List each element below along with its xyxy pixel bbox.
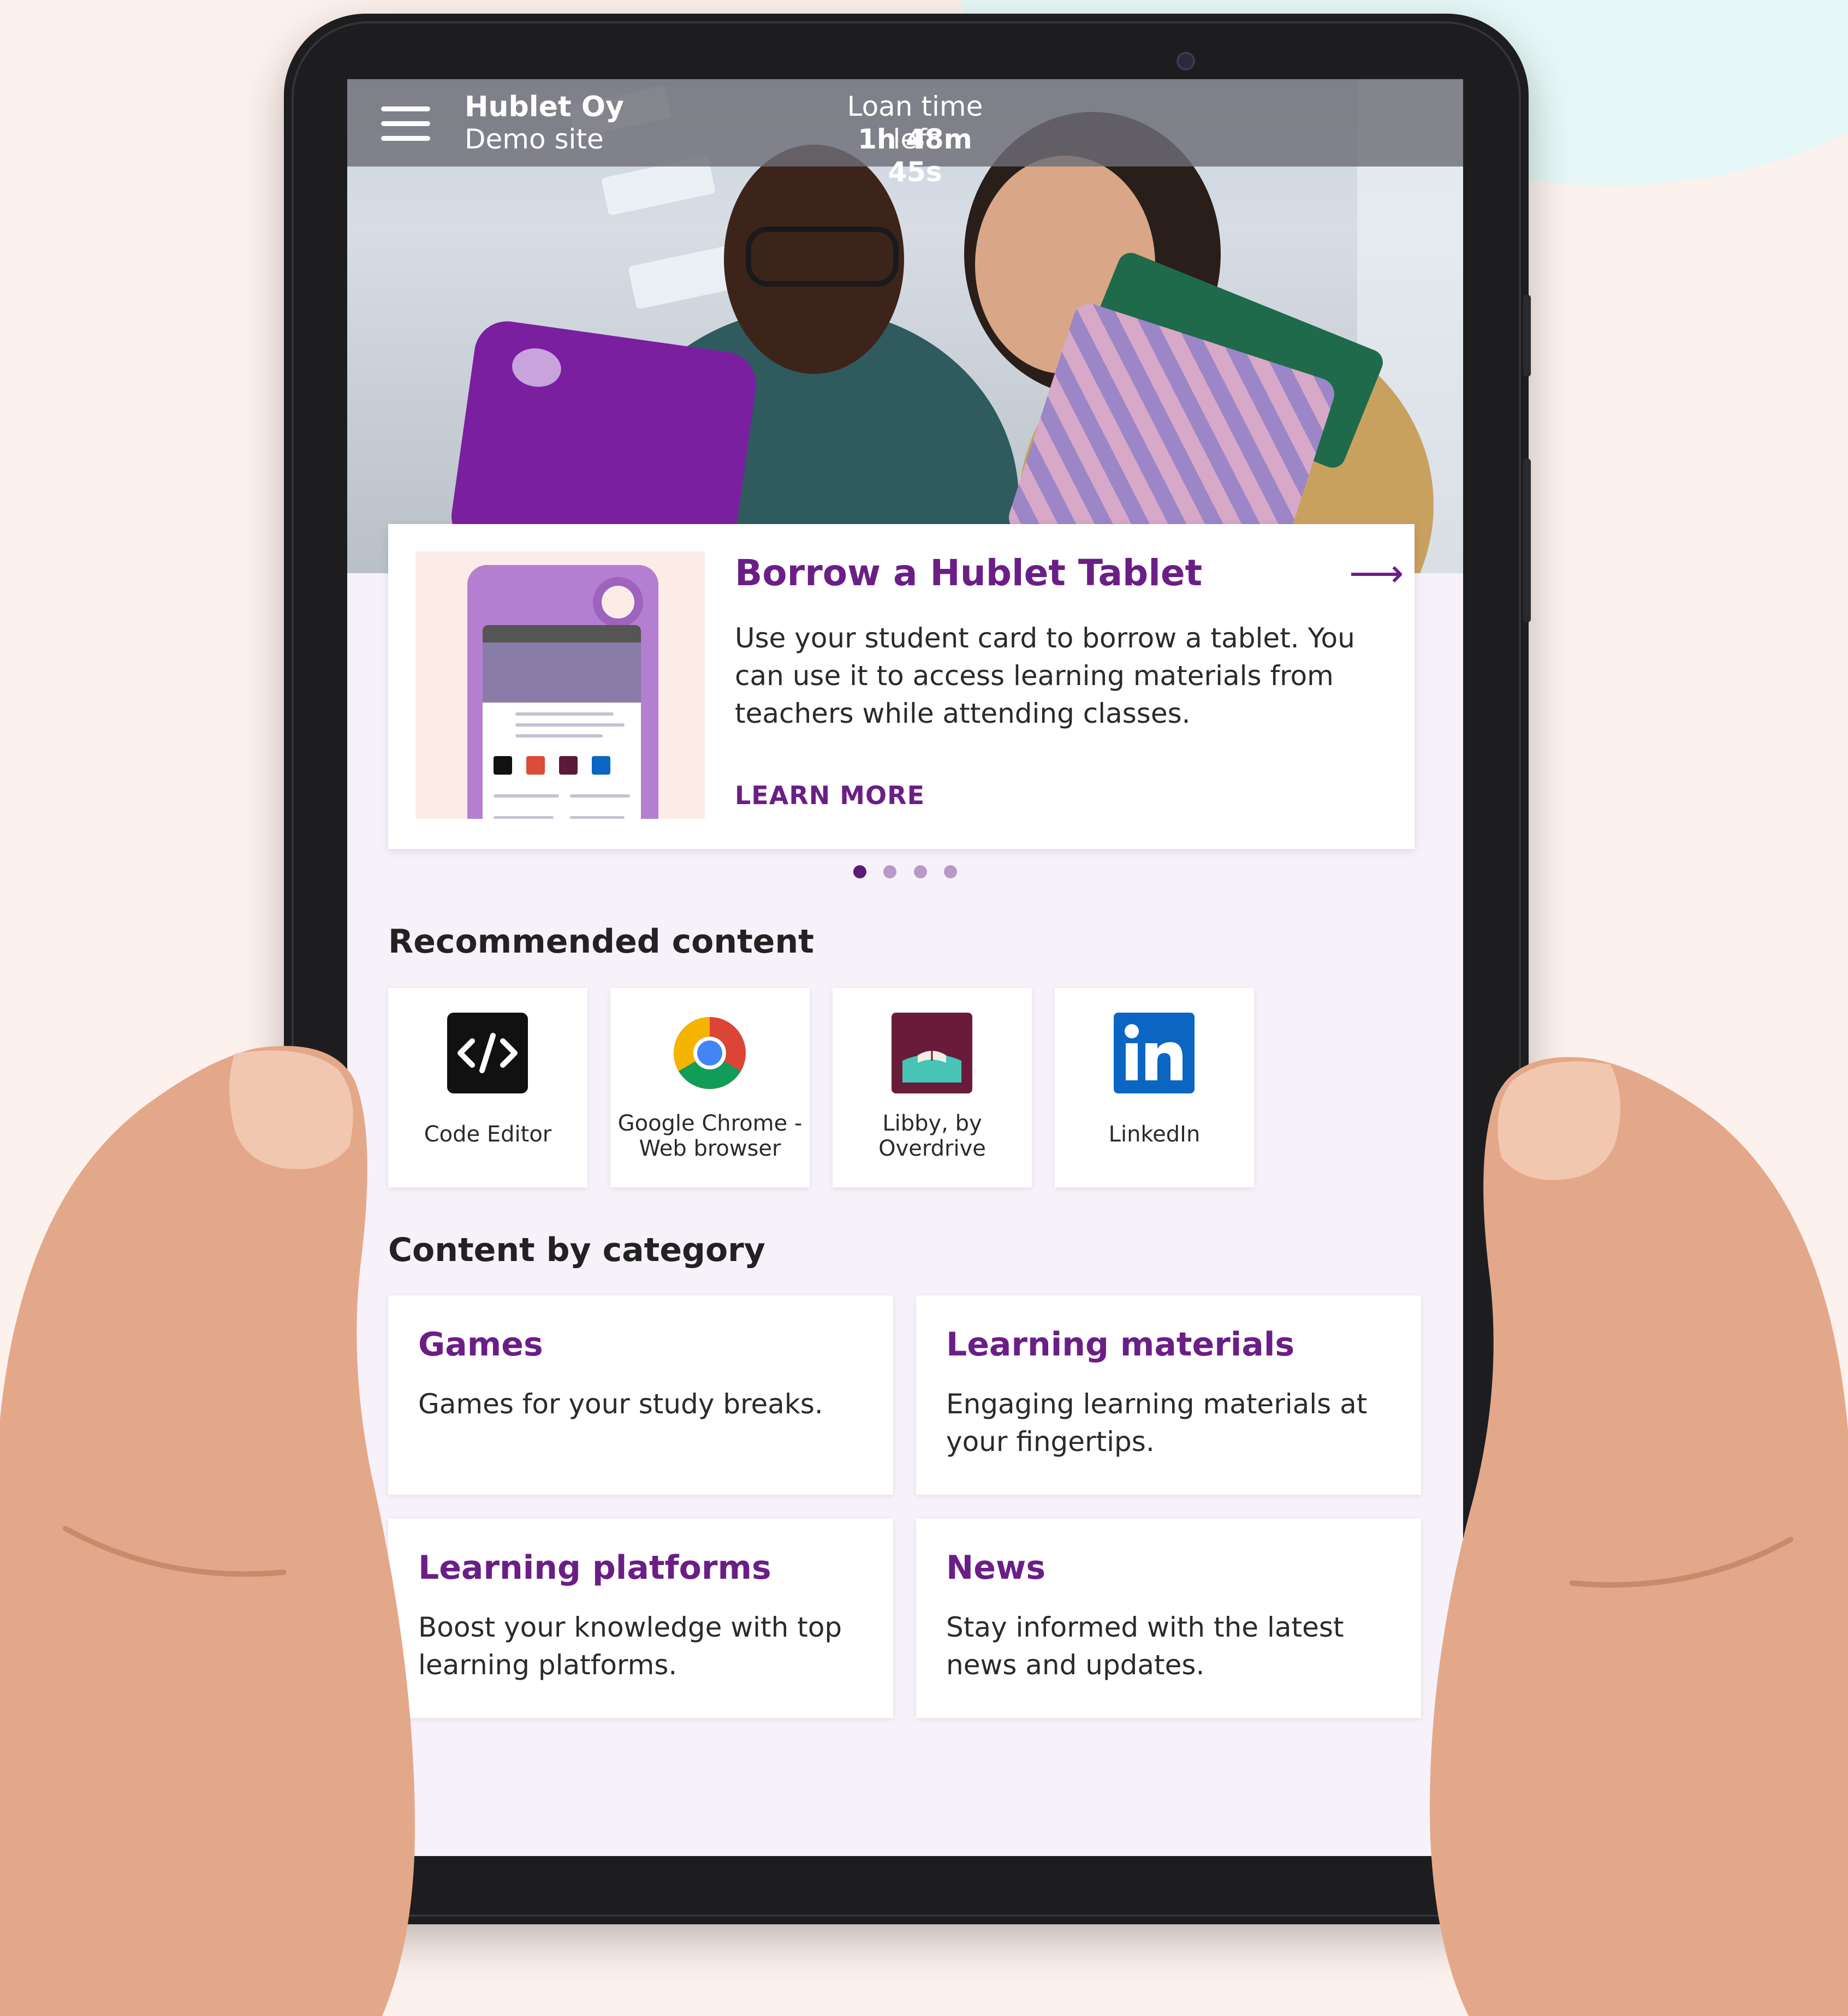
category-card-learning-platforms[interactable]: Learning platforms Boost your knowledge … [388,1519,893,1718]
tablet-screen: Hublet Oy Demo site Loan time left 1h 48… [347,79,1463,1856]
app-tile-libby[interactable]: Libby, by Overdrive [833,988,1032,1187]
front-camera [1176,52,1195,70]
hamburger-menu-icon[interactable] [381,106,430,141]
chrome-icon [674,1017,746,1089]
app-tile-linkedin[interactable]: LinkedIn [1055,988,1254,1187]
carousel-dot-4[interactable] [943,865,957,878]
category-title: Learning materials [946,1325,1295,1364]
mini-text-line [570,816,625,819]
hero-tablet-handle [496,331,578,404]
libby-icon [892,1013,972,1093]
mini-tablet-illustration [467,565,658,819]
linkedin-icon [1114,1013,1195,1093]
promo-description: Use your student card to borrow a tablet… [735,622,1355,729]
site-name: Demo site [465,123,604,155]
category-card-games[interactable]: Games Games for your study breaks. [388,1295,893,1495]
arrow-right-icon[interactable]: ⟶ [1349,551,1404,595]
left-hand [0,1046,415,2016]
mini-text-line [570,794,630,798]
category-title: News [946,1549,1046,1587]
mini-tablet-handle [593,577,643,627]
recommended-title: Recommended content [388,923,814,961]
right-hand [1430,1057,1848,2016]
mini-text-line [515,734,603,738]
app-tile-label: LinkedIn [1108,1122,1201,1147]
mini-hero [483,643,641,703]
person-left-glasses [746,227,899,287]
carousel-dot-3[interactable] [913,865,927,878]
power-button [1523,459,1531,622]
carousel-dot-1[interactable] [853,865,867,878]
mini-tablet-screen [483,625,641,819]
mini-app-bar [483,625,641,643]
loan-time-value: 1h 48m 45s [858,123,972,188]
promo-thumbnail [415,551,705,819]
app-bar: Hublet Oy Demo site Loan time left 1h 48… [347,79,1463,188]
organization-name: Hublet Oy [465,91,624,123]
category-description: Games for your study breaks. [418,1388,823,1420]
carousel-dot-2[interactable] [883,865,897,878]
mini-app-tile [592,756,610,775]
promo-title: Borrow a Hublet Tablet [735,552,1203,594]
category-section-title: Content by category [388,1231,765,1269]
mini-text-line [515,723,625,727]
category-title: Learning platforms [418,1549,771,1587]
mini-text-line [515,712,614,716]
promo-card[interactable]: Borrow a Hublet Tablet ⟶ Use your studen… [388,524,1415,849]
app-tile-label: Libby, by Overdrive [878,1111,986,1161]
category-card-news[interactable]: News Stay informed with the latest news … [916,1519,1421,1718]
app-tile-google-chrome[interactable]: Google Chrome - Web browser [610,988,810,1187]
category-description: Engaging learning materials at your fing… [946,1388,1368,1458]
category-title: Games [418,1325,543,1364]
category-description: Boost your knowledge with top learning p… [418,1611,842,1681]
mini-text-line [494,794,559,798]
mini-app-tile [559,756,578,775]
mini-text-line [494,816,554,819]
stage: Hublet Oy Demo site Loan time left 1h 48… [0,0,1848,2016]
code-editor-icon [447,1013,528,1093]
category-description: Stay informed with the latest news and u… [946,1611,1344,1681]
category-card-learning-materials[interactable]: Learning materials Engaging learning mat… [916,1295,1421,1495]
volume-button [1523,295,1531,377]
carousel-indicator [347,865,1463,882]
app-tile-label: Google Chrome - Web browser [617,1111,803,1161]
learn-more-link[interactable]: LEARN MORE [735,781,925,810]
mini-app-tile [494,756,512,775]
mini-app-tile [526,756,545,775]
